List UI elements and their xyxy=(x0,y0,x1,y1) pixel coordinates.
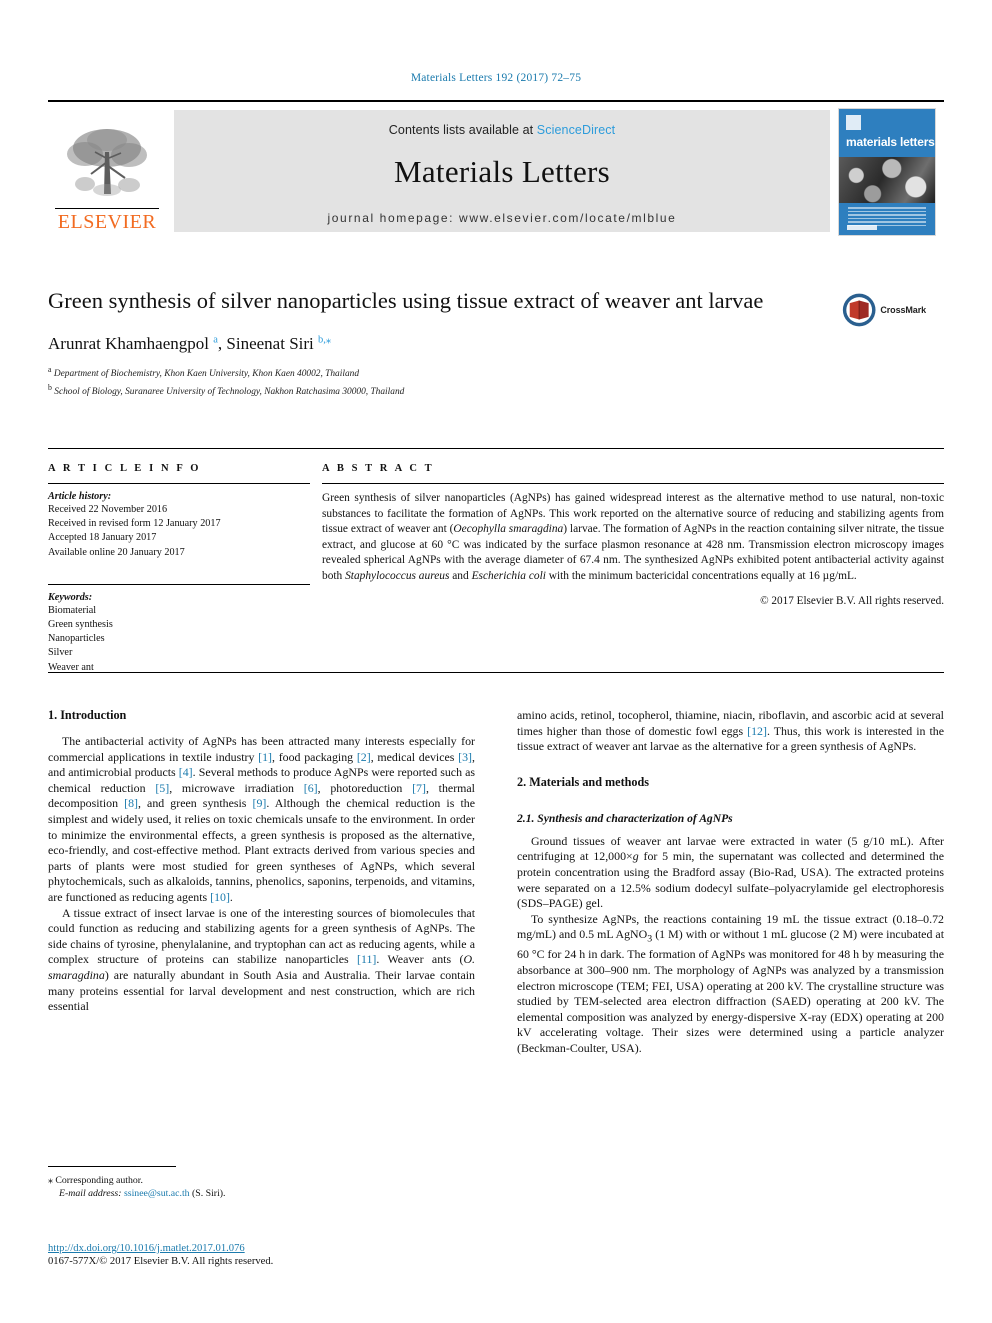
cover-publisher-mark xyxy=(847,225,877,230)
contents-available-line: Contents lists available at ScienceDirec… xyxy=(174,110,830,137)
journal-cover[interactable]: materials letters xyxy=(834,104,944,238)
section-heading-introduction: 1. Introduction xyxy=(48,708,127,722)
page-title: Green synthesis of silver nanoparticles … xyxy=(48,288,764,313)
intro-paragraph-2-continued: amino acids, retinol, tocopherol, thiami… xyxy=(517,708,944,754)
affiliation-a-text: Department of Biochemistry, Khon Kaen Un… xyxy=(53,368,360,379)
history-item: Received in revised form 12 January 2017 xyxy=(48,518,221,530)
journal-band: Contents lists available at ScienceDirec… xyxy=(174,110,830,232)
journal-title: Materials Letters xyxy=(394,154,610,189)
history-item: Available online 20 January 2017 xyxy=(48,546,185,558)
corresponding-author-line: ⁎ Corresponding author. xyxy=(48,1174,475,1187)
article-info-heading: A R T I C L E I N F O xyxy=(48,463,202,474)
affiliation-b-text: School of Biology, Suranaree University … xyxy=(54,386,405,397)
keywords-label: Keywords: xyxy=(48,591,93,603)
journal-homepage-link[interactable]: journal homepage: www.elsevier.com/locat… xyxy=(174,211,830,225)
cover-title: materials letters xyxy=(846,135,935,149)
abstract-text: Green synthesis of silver nanoparticles … xyxy=(322,492,945,582)
keyword-item: Biomaterial xyxy=(48,604,97,616)
affiliation-b: b School of Biology, Suranaree Universit… xyxy=(48,382,405,397)
crossmark-label: CrossMark xyxy=(880,305,926,315)
keyword-item: Silver xyxy=(48,647,73,659)
article-page: Materials Letters 192 (2017) 72–75 ELSEV… xyxy=(0,0,992,1323)
methods-paragraph-1: Ground tissues of weaver ant larvae were… xyxy=(517,833,944,911)
email-line: E-mail address: ssinee@sut.ac.th (S. Sir… xyxy=(48,1187,475,1200)
keyword-item: Green synthesis xyxy=(48,619,113,631)
authors-text: Arunrat Khamhaengpol a, Sineenat Siri b,… xyxy=(48,333,332,353)
elsevier-tree-icon xyxy=(67,129,147,196)
author-list: Arunrat Khamhaengpol a, Sineenat Siri b,… xyxy=(48,333,944,354)
cover-elsevier-icon xyxy=(846,115,861,130)
contents-prefix: Contents lists available at xyxy=(388,123,537,137)
body-columns: 1. Introduction The antibacterial activi… xyxy=(48,708,944,1056)
corresponding-marker: ⁎ xyxy=(48,1175,53,1186)
footnote-block: ⁎ Corresponding author. E-mail address: … xyxy=(48,1166,475,1201)
footnote-rule xyxy=(48,1166,176,1167)
affiliations: a Department of Biochemistry, Khon Kaen … xyxy=(48,363,944,399)
abstract-column: A B S T R A C T Green synthesis of silve… xyxy=(310,463,944,675)
info-abstract-region: A R T I C L E I N F O Article history: R… xyxy=(48,448,944,675)
intro-paragraph-2: A tissue extract of insect larvae is one… xyxy=(48,905,475,1014)
body-divider xyxy=(48,672,944,673)
history-item: Accepted 18 January 2017 xyxy=(48,532,157,544)
history-item: Received 22 November 2016 xyxy=(48,504,168,515)
doi-link[interactable]: http://dx.doi.org/10.1016/j.matlet.2017.… xyxy=(48,1243,475,1254)
crossmark-badge[interactable]: CrossMark xyxy=(842,288,926,332)
intro-paragraph-1: The antibacterial activity of AgNPs has … xyxy=(48,734,476,904)
title-block: Green synthesis of silver nanoparticles … xyxy=(48,286,944,399)
crossmark-icon xyxy=(842,293,876,327)
keywords-list: Biomaterial Green synthesis Nanoparticle… xyxy=(48,604,310,675)
cover-microscopy-image xyxy=(839,157,935,203)
subsection-heading-synthesis: 2.1. Synthesis and characterization of A… xyxy=(517,811,733,825)
article-info-column: A R T I C L E I N F O Article history: R… xyxy=(48,463,310,675)
methods-paragraph-2: To synthesize AgNPs, the reactions conta… xyxy=(517,911,945,1055)
abstract-copyright: © 2017 Elsevier B.V. All rights reserved… xyxy=(760,594,944,607)
right-column: amino acids, retinol, tocopherol, thiami… xyxy=(517,708,944,1056)
email-link[interactable]: ssinee@sut.ac.th xyxy=(124,1188,190,1199)
corresponding-author-label: Corresponding author. xyxy=(55,1175,143,1186)
left-column: 1. Introduction The antibacterial activi… xyxy=(48,708,475,1056)
section-heading-materials-methods: 2. Materials and methods xyxy=(517,774,650,789)
doi-block: http://dx.doi.org/10.1016/j.matlet.2017.… xyxy=(48,1243,475,1267)
elsevier-logo: ELSEVIER xyxy=(48,104,166,238)
affiliation-a: a Department of Biochemistry, Khon Kaen … xyxy=(48,364,360,379)
email-suffix: (S. Siri). xyxy=(192,1188,226,1200)
elsevier-wordmark: ELSEVIER xyxy=(57,211,157,233)
keywords-block: Keywords: Biomaterial Green synthesis Na… xyxy=(48,583,310,675)
sciencedirect-link[interactable]: ScienceDirect xyxy=(537,123,615,137)
journal-masthead: ELSEVIER Contents lists available at Sci… xyxy=(48,100,944,238)
running-head: Materials Letters 192 (2017) 72–75 xyxy=(410,72,582,84)
article-history-list: Received 22 November 2016 Received in re… xyxy=(48,503,310,560)
issn-copyright-line: 0167-577X/© 2017 Elsevier B.V. All right… xyxy=(48,1256,274,1267)
article-history-label: Article history: xyxy=(48,491,112,502)
keyword-item: Nanoparticles xyxy=(48,633,105,645)
email-label: E-mail address: xyxy=(59,1188,122,1200)
abstract-heading: A B S T R A C T xyxy=(322,463,435,474)
